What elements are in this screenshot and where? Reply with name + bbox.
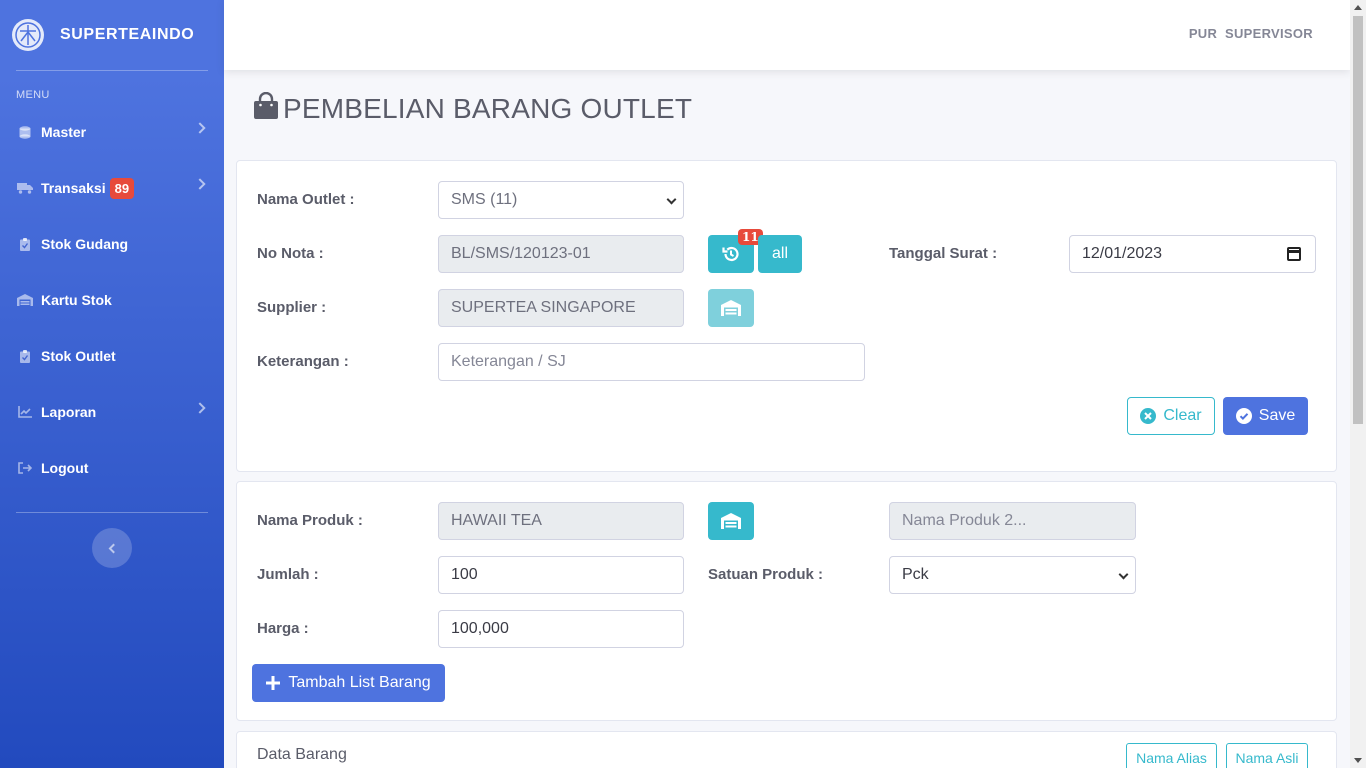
outlet-select-value: SMS (11) (451, 191, 518, 208)
sidebar-item-label: Stok Outlet (41, 348, 116, 364)
keterangan-label: Keterangan : (257, 353, 349, 370)
clipboard-check-icon (16, 237, 34, 251)
tambah-list-barang-button[interactable]: Tambah List Barang (252, 664, 445, 702)
check-circle-icon (1235, 408, 1252, 424)
transaksi-count-badge: 89 (109, 177, 135, 199)
satuan-select[interactable]: Pck (889, 556, 1136, 594)
sidebar-item-label: Master (41, 124, 87, 140)
nota-label: No Nota : (257, 245, 324, 262)
warehouse-icon (721, 300, 741, 316)
scroll-thumb[interactable] (1353, 16, 1363, 424)
tambah-label: Tambah List Barang (288, 674, 431, 691)
nota-field[interactable]: BL/SMS/120123-01 (438, 235, 684, 273)
sidebar-item-laporan[interactable]: Laporan (0, 384, 224, 440)
nama-alias-button[interactable]: Nama Alias (1126, 743, 1217, 768)
item-form-card: Nama Produk : HAWAII TEA Nama Produk 2..… (236, 481, 1337, 721)
chart-line-icon (16, 405, 34, 419)
satuan-select-value: Pck (902, 566, 929, 583)
brand-name: SUPERTEAINDO (60, 26, 195, 43)
tanggal-date-input[interactable]: 12/01/2023 (1069, 235, 1316, 273)
harga-label: Harga : (257, 620, 309, 637)
topbar: PUR SUPERVISOR (224, 0, 1350, 70)
sidebar-item-logout[interactable]: Logout (0, 440, 224, 496)
chevron-down-icon (1118, 569, 1129, 580)
database-icon (16, 125, 34, 139)
history-button[interactable]: 11 (708, 229, 763, 273)
sidebar: SUPERTEAINDO MENU Master Transaksi 89 St… (0, 0, 224, 768)
scroll-down-icon[interactable] (1354, 758, 1362, 763)
produk-label: Nama Produk : (257, 512, 363, 529)
outlet-label: Nama Outlet : (257, 191, 355, 208)
supplier-field[interactable]: SUPERTEA SINGAPORE (438, 289, 684, 327)
outlet-select[interactable]: SMS (11) (438, 181, 684, 219)
save-label: Save (1258, 407, 1296, 424)
chevron-right-icon (194, 178, 206, 190)
jumlah-label: Jumlah : (257, 566, 319, 583)
plus-icon (266, 676, 281, 690)
harga-input[interactable]: 100,000 (438, 610, 684, 648)
sidebar-item-stok-outlet[interactable]: Stok Outlet (0, 328, 224, 384)
sidebar-item-label: Kartu Stok (41, 292, 112, 308)
sign-out-icon (16, 461, 34, 475)
shopping-bag-icon (253, 91, 279, 125)
times-circle-icon (1140, 408, 1157, 424)
tanggal-label: Tanggal Surat : (889, 245, 998, 262)
chevron-left-icon (108, 543, 119, 553)
data-barang-title: Data Barang (257, 746, 347, 763)
sidebar-item-label: Laporan (41, 404, 97, 420)
satuan-label: Satuan Produk : (708, 566, 824, 583)
sidebar-item-transaksi[interactable]: Transaksi 89 (0, 160, 224, 216)
sidebar-heading: MENU (16, 89, 50, 101)
calendar-icon[interactable] (1287, 247, 1301, 261)
jumlah-input[interactable]: 100 (438, 556, 684, 594)
history-icon (722, 246, 739, 262)
page-title: PEMBELIAN BARANG OUTLET (253, 91, 693, 125)
sidebar-divider (16, 70, 208, 71)
sidebar-item-label: Transaksi (41, 180, 106, 196)
brand[interactable]: SUPERTEAINDO (0, 0, 224, 70)
sidebar-item-label: Logout (41, 460, 89, 476)
all-button[interactable]: all (758, 235, 802, 273)
scroll-up-icon[interactable] (1354, 5, 1362, 10)
header-form-card: Nama Outlet : SMS (11) No Nota : BL/SMS/… (236, 160, 1337, 472)
sidebar-item-master[interactable]: Master (0, 104, 224, 160)
clear-label: Clear (1163, 407, 1202, 424)
chevron-right-icon (194, 402, 206, 414)
warehouse-icon (721, 513, 741, 529)
warehouse-icon (16, 293, 34, 307)
chevron-right-icon (194, 122, 206, 134)
user-menu[interactable]: PUR SUPERVISOR (1189, 26, 1313, 41)
supplier-lookup-button[interactable] (708, 289, 754, 327)
nama-asli-button[interactable]: Nama Asli (1226, 743, 1308, 768)
tanggal-value: 12/01/2023 (1082, 245, 1163, 262)
clear-button[interactable]: Clear (1127, 397, 1215, 435)
sidebar-item-stok-gudang[interactable]: Stok Gudang (0, 216, 224, 272)
sidebar-item-kartu-stok[interactable]: Kartu Stok (0, 272, 224, 328)
page-title-text: PEMBELIAN BARANG OUTLET (283, 92, 693, 124)
produk-field[interactable]: HAWAII TEA (438, 502, 684, 540)
save-button[interactable]: Save (1223, 397, 1308, 435)
produk-lookup-button[interactable] (708, 502, 754, 540)
sidebar-divider (16, 512, 208, 513)
page-scrollbar[interactable] (1350, 0, 1366, 768)
keterangan-input[interactable]: Keterangan / SJ (438, 343, 865, 381)
data-barang-card: Data Barang Nama Alias Nama Asli (236, 731, 1337, 768)
brand-logo-icon (12, 19, 44, 51)
sidebar-item-label: Stok Gudang (41, 236, 129, 252)
truck-icon (16, 181, 34, 195)
produk2-field[interactable]: Nama Produk 2... (889, 502, 1136, 540)
chevron-down-icon (666, 194, 677, 205)
sidebar-toggle-button[interactable] (92, 528, 132, 568)
clipboard-check-icon (16, 349, 34, 363)
supplier-label: Supplier : (257, 299, 327, 316)
